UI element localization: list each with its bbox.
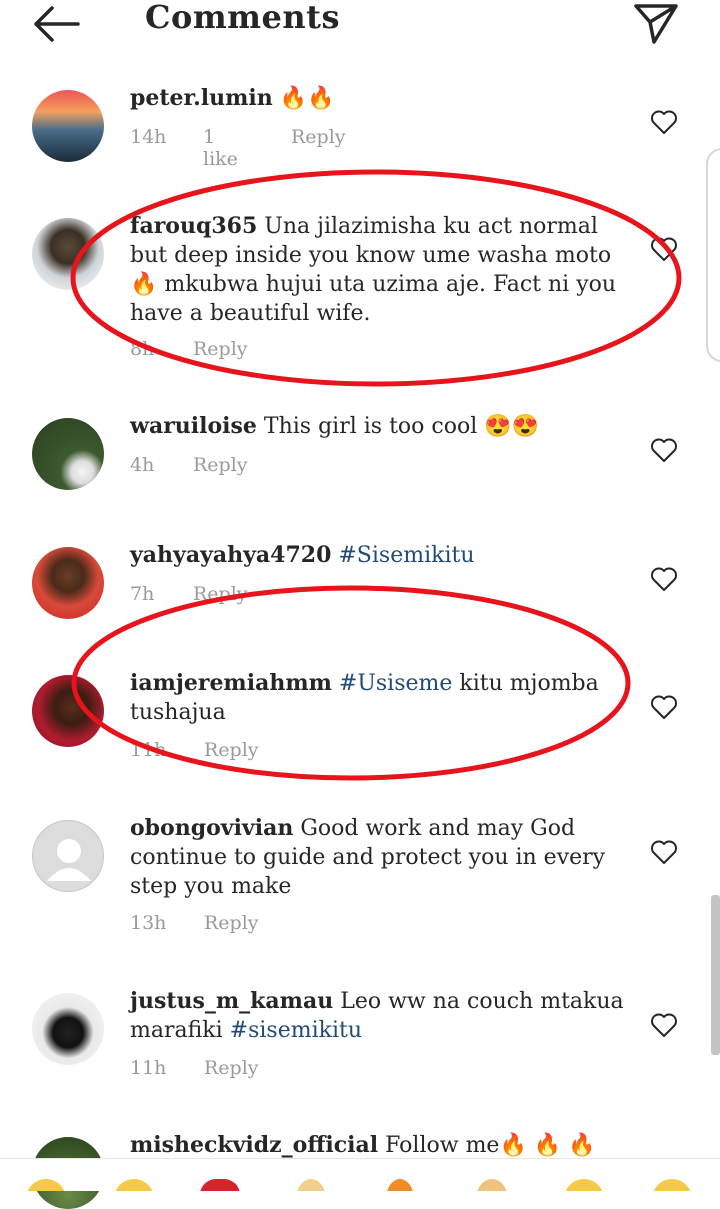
comment-time: 8h xyxy=(130,338,155,360)
avatar[interactable] xyxy=(32,820,104,892)
emoji-clap-icon[interactable] xyxy=(296,1179,326,1191)
comment-username[interactable]: peter.lumin xyxy=(130,85,273,111)
comment-username[interactable]: iamjeremiahmm xyxy=(130,670,332,696)
emoji-heart-icon[interactable] xyxy=(200,1179,240,1191)
avatar[interactable] xyxy=(32,993,104,1065)
heart-icon[interactable] xyxy=(650,437,678,463)
comment-item: yahyayahya4720 #Sisemikitu 7h Reply xyxy=(0,537,720,637)
reply-button[interactable]: Reply xyxy=(193,338,248,360)
comment-text: 🔥🔥 xyxy=(279,86,335,111)
avatar[interactable] xyxy=(32,675,104,747)
emoji-cry-laugh-icon[interactable] xyxy=(114,1179,154,1191)
comment-item: obongovivian Good work and may God conti… xyxy=(0,810,720,960)
comment-item: waruiloise This girl is too cool 😍😍 4h R… xyxy=(0,408,720,508)
comment-time: 14h xyxy=(130,126,167,148)
heart-icon[interactable] xyxy=(650,839,678,865)
emoji-reaction-bar xyxy=(0,1158,720,1191)
comment-text: Follow me🔥 🔥 🔥 xyxy=(385,1133,596,1158)
comment-body: obongovivian Good work and may God conti… xyxy=(130,814,630,901)
comment-item: peter.lumin 🔥🔥 14h 1 like Reply xyxy=(0,80,720,180)
comment-body: justus_m_kamau Leo ww na couch mtakua ma… xyxy=(130,987,630,1045)
emoji-fire-icon[interactable] xyxy=(386,1179,414,1191)
comment-time: 11h xyxy=(130,739,167,761)
emoji-hands-icon[interactable] xyxy=(476,1179,508,1191)
comment-body: peter.lumin 🔥🔥 xyxy=(130,84,630,113)
comment-username[interactable]: justus_m_kamau xyxy=(130,988,333,1014)
header-bar: Comments xyxy=(0,0,720,48)
avatar[interactable] xyxy=(32,418,104,490)
comment-body: yahyayahya4720 #Sisemikitu xyxy=(130,541,630,570)
comment-body: misheckvidz_official Follow me🔥 🔥 🔥 xyxy=(130,1131,630,1160)
reply-button[interactable]: Reply xyxy=(204,1057,259,1079)
comment-body: farouq365 Una jilazimisha ku act normal … xyxy=(130,212,630,328)
default-avatar-icon xyxy=(47,839,91,881)
heart-icon[interactable] xyxy=(650,236,678,262)
avatar[interactable] xyxy=(32,218,104,290)
comment-time: 13h xyxy=(130,912,167,934)
paper-plane-icon[interactable] xyxy=(632,0,680,46)
comment-item: farouq365 Una jilazimisha ku act normal … xyxy=(0,208,720,378)
comment-username[interactable]: misheckvidz_official xyxy=(130,1132,378,1158)
heart-icon[interactable] xyxy=(650,109,678,135)
comment-time: 4h xyxy=(130,454,155,476)
emoji-heart-eyes-icon[interactable] xyxy=(564,1179,604,1191)
comment-likes[interactable]: 1 like xyxy=(203,126,238,170)
comment-body: waruiloise This girl is too cool 😍😍 xyxy=(130,412,630,441)
scrollbar[interactable] xyxy=(711,895,720,1055)
emoji-shock-icon[interactable] xyxy=(652,1179,692,1191)
comment-body: iamjeremiahmm #Usiseme kitu mjomba tusha… xyxy=(130,669,630,727)
reply-button[interactable]: Reply xyxy=(193,454,248,476)
comment-item: justus_m_kamau Leo ww na couch mtakua ma… xyxy=(0,983,720,1103)
comment-text: This girl is too cool 😍😍 xyxy=(263,414,540,439)
reply-button[interactable]: Reply xyxy=(204,912,259,934)
comment-username[interactable]: obongovivian xyxy=(130,815,293,841)
reply-button[interactable]: Reply xyxy=(204,739,259,761)
comment-time: 11h xyxy=(130,1057,167,1079)
comment-username[interactable]: yahyayahya4720 xyxy=(130,542,331,568)
avatar[interactable] xyxy=(32,90,104,162)
page-title: Comments xyxy=(145,0,340,36)
comment-hashtag[interactable]: #Usiseme xyxy=(339,671,453,696)
avatar[interactable] xyxy=(32,547,104,619)
comment-item: iamjeremiahmm #Usiseme kitu mjomba tusha… xyxy=(0,665,720,785)
comment-username[interactable]: waruiloise xyxy=(130,413,257,439)
reply-button[interactable]: Reply xyxy=(193,583,248,605)
heart-icon[interactable] xyxy=(650,566,678,592)
comment-hashtag[interactable]: #Sisemikitu xyxy=(338,543,474,568)
side-panel-handle[interactable] xyxy=(706,148,720,362)
reply-button[interactable]: Reply xyxy=(291,126,346,148)
comment-time: 7h xyxy=(130,583,155,605)
heart-icon[interactable] xyxy=(650,1012,678,1038)
comment-hashtag[interactable]: #sisemikitu xyxy=(230,1018,362,1043)
emoji-laugh-icon[interactable] xyxy=(26,1179,66,1191)
heart-icon[interactable] xyxy=(650,694,678,720)
comment-username[interactable]: farouq365 xyxy=(130,213,257,239)
arrow-left-icon[interactable] xyxy=(30,4,82,44)
